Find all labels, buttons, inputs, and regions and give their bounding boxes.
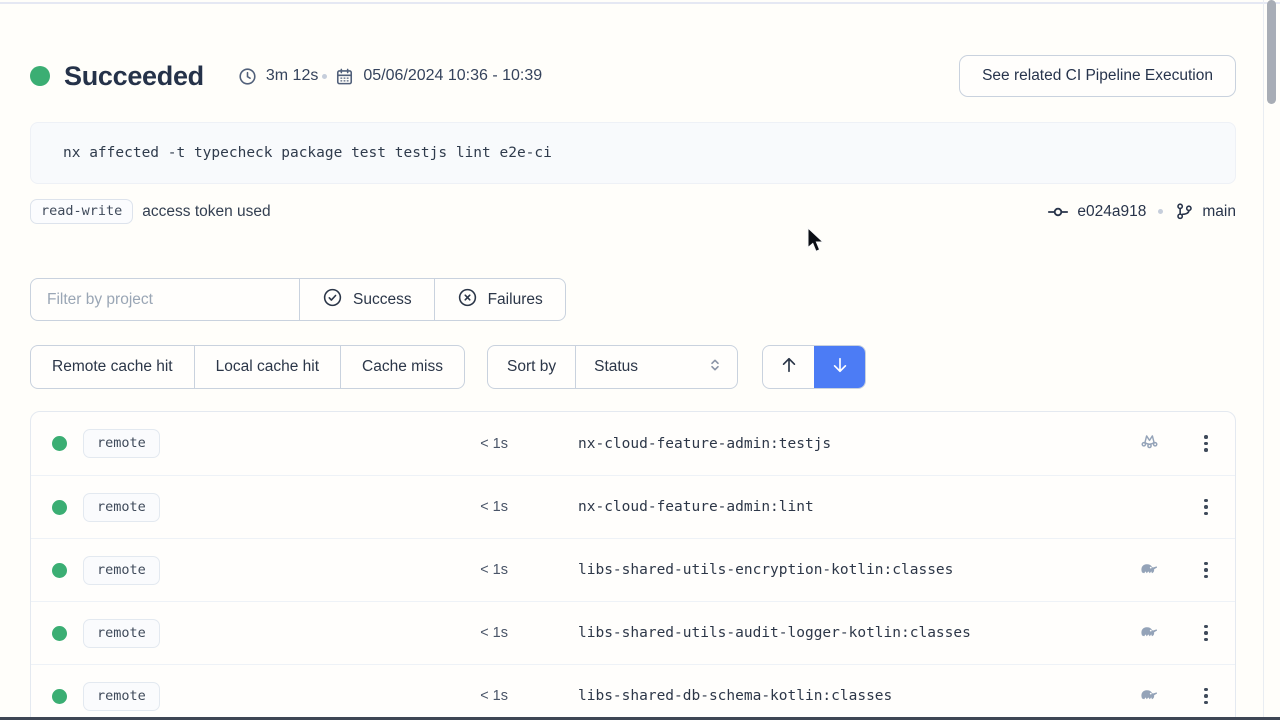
arrow-down-icon	[830, 355, 850, 380]
run-command-box: nx affected -t typecheck package test te…	[30, 122, 1236, 184]
task-row[interactable]: remote < 1s libs-shared-utils-audit-logg…	[31, 601, 1235, 664]
task-duration: < 1s	[452, 499, 508, 515]
task-list: remote < 1s nx-cloud-feature-admin:testj…	[30, 411, 1236, 720]
separator-dot	[322, 74, 327, 79]
task-name[interactable]: libs-shared-utils-encryption-kotlin:clas…	[508, 562, 1121, 578]
date-range-label: 05/06/2024 10:36 - 10:39	[363, 67, 542, 85]
task-success-dot	[52, 436, 67, 451]
run-details-page: Succeeded 3m 12s 05/06/2024 10:36 - 10:3…	[30, 0, 1236, 720]
task-row-left: remote	[52, 493, 452, 522]
task-runner-cell	[1121, 430, 1177, 458]
task-runner-cell	[1121, 619, 1177, 647]
task-menu-button[interactable]	[1177, 493, 1235, 522]
duration-label: 3m 12s	[266, 67, 318, 85]
scrollbar-thumb[interactable]	[1267, 0, 1276, 104]
task-menu-button[interactable]	[1177, 429, 1235, 458]
kebab-icon	[1198, 429, 1214, 458]
filter-row: Success Failures	[30, 278, 1236, 321]
task-runner-cell	[1121, 682, 1177, 710]
success-filter-button[interactable]: Success	[299, 279, 434, 320]
sort-by-label: Sort by	[488, 346, 575, 388]
failures-filter-label: Failures	[488, 291, 543, 309]
scrollbar-track[interactable]	[1263, 0, 1280, 720]
remote-cache-hit-button[interactable]: Remote cache hit	[31, 346, 194, 388]
cache-source-badge: remote	[83, 682, 160, 711]
vcs-info: e024a918 main	[1047, 201, 1236, 223]
commit-icon	[1047, 201, 1069, 223]
task-row-left: remote	[52, 556, 452, 585]
task-success-dot	[52, 689, 67, 704]
task-menu-button[interactable]	[1177, 682, 1235, 711]
arrow-up-icon	[779, 355, 799, 380]
separator-dot	[1158, 209, 1163, 214]
clock-icon	[238, 67, 257, 86]
task-row[interactable]: remote < 1s nx-cloud-feature-admin:testj…	[31, 412, 1235, 475]
cache-source-badge: remote	[83, 493, 160, 522]
task-row[interactable]: remote < 1s libs-shared-utils-encryption…	[31, 538, 1235, 601]
status-success-dot	[30, 66, 50, 86]
git-branch-icon	[1175, 202, 1194, 221]
token-row: read-write access token used e024a918 ma…	[30, 199, 1236, 224]
gradle-icon	[1138, 619, 1161, 647]
task-name[interactable]: nx-cloud-feature-admin:testjs	[508, 436, 1121, 452]
task-row[interactable]: remote < 1s nx-cloud-feature-admin:lint	[31, 475, 1235, 538]
task-name[interactable]: libs-shared-db-schema-kotlin:classes	[508, 688, 1121, 704]
cache-source-badge: remote	[83, 556, 160, 585]
check-circle-icon	[322, 287, 343, 313]
task-runner-cell	[1121, 556, 1177, 584]
sort-group: Sort by Status	[487, 345, 738, 389]
cache-miss-button[interactable]: Cache miss	[340, 346, 464, 388]
task-duration: < 1s	[452, 625, 508, 641]
page-title: Succeeded	[64, 61, 204, 92]
branch-name[interactable]: main	[1202, 203, 1236, 221]
gradle-icon	[1138, 556, 1161, 584]
project-filter-group: Success Failures	[30, 278, 566, 321]
success-filter-label: Success	[353, 291, 412, 309]
jest-icon	[1138, 430, 1161, 458]
task-menu-button[interactable]	[1177, 619, 1235, 648]
access-token-text: access token used	[142, 203, 270, 221]
sort-status-select[interactable]: Status	[575, 346, 737, 388]
task-duration: < 1s	[452, 436, 508, 452]
kebab-icon	[1198, 619, 1214, 648]
kebab-icon	[1198, 556, 1214, 585]
chevron-up-down-icon	[707, 357, 723, 378]
task-menu-button[interactable]	[1177, 556, 1235, 585]
task-duration: < 1s	[452, 688, 508, 704]
kebab-icon	[1198, 493, 1214, 522]
x-circle-icon	[457, 287, 478, 313]
access-token-badge: read-write	[30, 199, 133, 224]
task-success-dot	[52, 500, 67, 515]
run-header: Succeeded 3m 12s 05/06/2024 10:36 - 10:3…	[30, 55, 1236, 97]
local-cache-hit-button[interactable]: Local cache hit	[194, 346, 340, 388]
see-related-ci-pipeline-button[interactable]: See related CI Pipeline Execution	[959, 55, 1236, 97]
task-row[interactable]: remote < 1s libs-shared-db-schema-kotlin…	[31, 664, 1235, 720]
commit-sha[interactable]: e024a918	[1077, 203, 1146, 221]
sort-selected-value: Status	[594, 358, 638, 376]
cache-filter-group: Remote cache hit Local cache hit Cache m…	[30, 345, 465, 389]
task-success-dot	[52, 626, 67, 641]
failures-filter-button[interactable]: Failures	[434, 279, 565, 320]
task-name[interactable]: libs-shared-utils-audit-logger-kotlin:cl…	[508, 625, 1121, 641]
task-name[interactable]: nx-cloud-feature-admin:lint	[508, 499, 1121, 515]
task-row-left: remote	[52, 619, 452, 648]
task-row-left: remote	[52, 682, 452, 711]
task-row-left: remote	[52, 429, 452, 458]
gradle-icon	[1138, 682, 1161, 710]
calendar-icon	[335, 67, 354, 86]
controls-row: Remote cache hit Local cache hit Cache m…	[30, 345, 1236, 389]
kebab-icon	[1198, 682, 1214, 711]
duration-meta: 3m 12s	[238, 67, 318, 86]
sort-ascending-button[interactable]	[763, 346, 814, 388]
task-duration: < 1s	[452, 562, 508, 578]
cache-source-badge: remote	[83, 619, 160, 648]
sort-descending-button[interactable]	[814, 346, 865, 388]
date-meta: 05/06/2024 10:36 - 10:39	[335, 67, 542, 86]
filter-by-project-input[interactable]	[31, 279, 299, 320]
task-success-dot	[52, 563, 67, 578]
cache-source-badge: remote	[83, 429, 160, 458]
sort-direction-group	[762, 345, 866, 389]
